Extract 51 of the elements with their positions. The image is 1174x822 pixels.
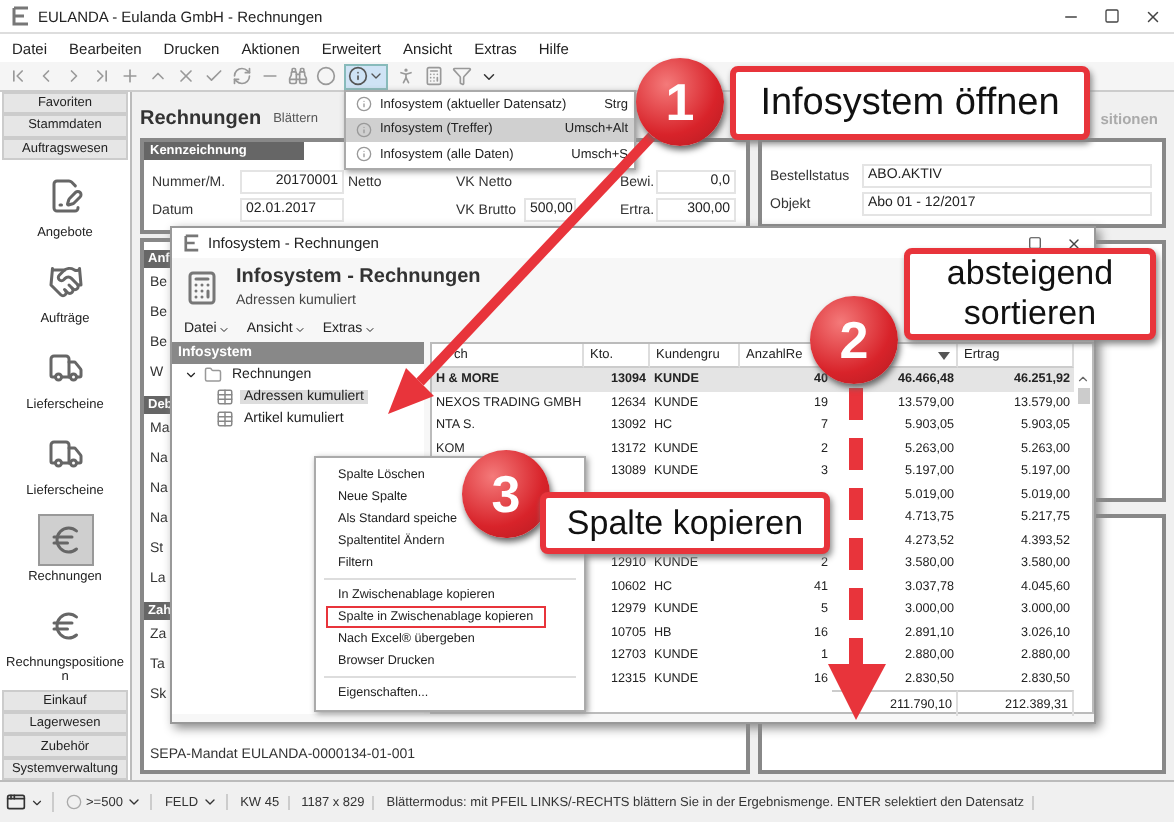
callout-label: Spalte kopieren: [540, 492, 830, 554]
truck-icon: [47, 435, 83, 472]
caret-icon: [294, 323, 307, 335]
table-icon: [216, 388, 234, 406]
sort-descending-icon[interactable]: [938, 351, 950, 359]
caret-icon: [368, 68, 384, 84]
filter-icon[interactable]: [452, 66, 472, 86]
window-icon: [6, 792, 26, 812]
circle-icon: [66, 794, 82, 810]
app-logo-icon: [184, 234, 200, 252]
table-icon: [216, 410, 234, 428]
callout-label: Infosystem öffnen: [730, 66, 1090, 140]
info-icon: [348, 66, 368, 86]
info-icon: [356, 121, 372, 138]
scroll-up-icon[interactable]: [1076, 372, 1090, 386]
page-title: Rechnungen: [140, 107, 262, 129]
truck-icon: [47, 349, 83, 386]
delete-icon[interactable]: [176, 66, 196, 86]
caret-down-icon: [184, 368, 198, 382]
caret-icon: [126, 794, 143, 810]
caret-icon: [364, 323, 377, 335]
binoculars-icon[interactable]: [288, 66, 308, 86]
person-icon[interactable]: [396, 66, 416, 86]
close-icon[interactable]: [1144, 7, 1162, 25]
caret-icon: [218, 323, 231, 335]
caret-icon: [202, 794, 219, 810]
close-icon[interactable]: [1066, 235, 1082, 251]
circle-icon[interactable]: [316, 66, 336, 86]
expand-caret-icon[interactable]: [184, 368, 198, 382]
document-pen-icon: [47, 177, 83, 214]
scrollbar-thumb[interactable]: [1077, 388, 1089, 404]
info-icon: [356, 146, 372, 163]
sidebar-icon-tile[interactable]: [37, 513, 93, 566]
window-menu-button[interactable]: [6, 792, 54, 812]
refresh-icon[interactable]: [232, 66, 252, 86]
first-record-icon[interactable]: [8, 66, 28, 86]
check-icon[interactable]: [204, 66, 224, 86]
info-dropdown-button[interactable]: [344, 63, 388, 89]
euro-icon: [47, 607, 83, 644]
maximize-icon[interactable]: [1028, 235, 1042, 249]
caret-icon: [30, 795, 44, 809]
calculator-icon[interactable]: [424, 66, 444, 86]
maximize-icon[interactable]: [1104, 7, 1120, 23]
euro-icon: [47, 521, 83, 558]
folder-icon: [204, 366, 222, 384]
last-record-icon[interactable]: [92, 66, 112, 86]
window-heading: Infosystem - Rechnungen: [236, 266, 481, 288]
app-logo-icon: [12, 6, 30, 26]
callout-label: absteigend sortieren: [904, 248, 1156, 340]
info-icon: [356, 96, 372, 113]
handshake-icon: [47, 263, 83, 300]
